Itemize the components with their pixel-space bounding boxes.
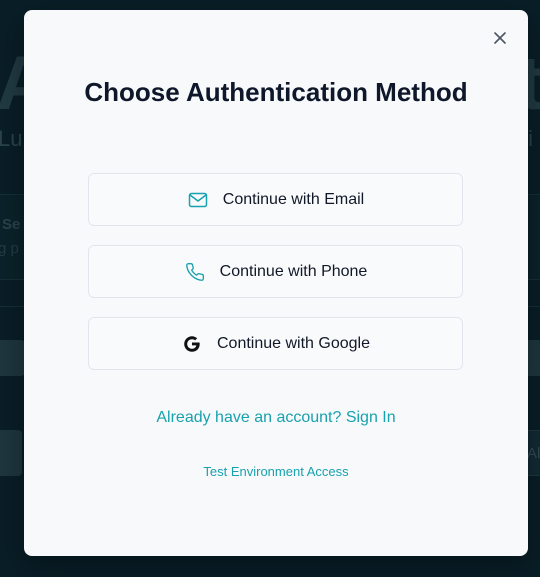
test-environment-access-link[interactable]: Test Environment Access	[24, 464, 528, 479]
phone-icon	[184, 261, 206, 283]
close-button[interactable]	[490, 28, 510, 48]
modal-title: Choose Authentication Method	[84, 77, 468, 107]
continue-with-email-label: Continue with Email	[222, 190, 365, 208]
continue-with-phone-button[interactable]: Continue with Phone	[88, 245, 463, 298]
continue-with-google-label: Continue with Google	[217, 334, 370, 352]
sign-in-link[interactable]: Already have an account? Sign In	[24, 409, 528, 427]
google-icon	[181, 333, 203, 355]
continue-with-email-button[interactable]: Continue with Email	[88, 173, 463, 226]
close-icon	[494, 32, 506, 44]
auth-method-modal: Choose Authentication Method Continue wi…	[24, 10, 528, 556]
mail-icon	[187, 189, 209, 211]
continue-with-phone-label: Continue with Phone	[219, 262, 368, 280]
continue-with-google-button[interactable]: Continue with Google	[88, 317, 463, 370]
